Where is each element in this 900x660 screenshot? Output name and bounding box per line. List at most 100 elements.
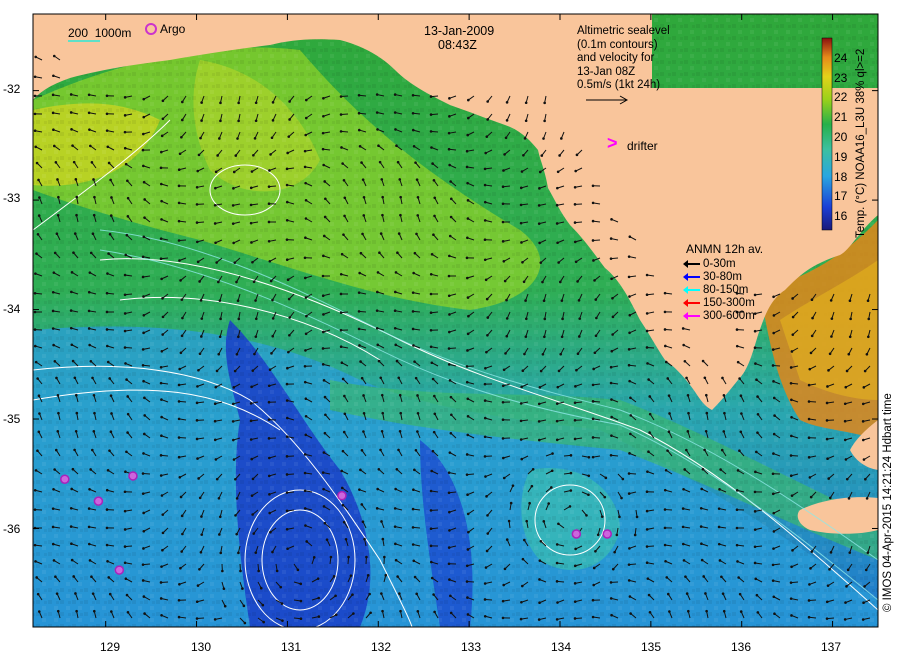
velocity-arrow-head <box>89 468 92 471</box>
velocity-arrow-head <box>160 565 163 568</box>
velocity-arrow-head <box>269 530 272 534</box>
velocity-arrow-head <box>142 180 146 184</box>
velocity-arrow-head <box>267 384 271 388</box>
velocity-arrow-head <box>73 448 76 452</box>
velocity-arrow-head <box>90 575 93 578</box>
velocity-arrow-head <box>600 515 604 518</box>
colorbar-tick-label: 16 <box>834 209 848 224</box>
velocity-arrow-head <box>754 470 757 474</box>
velocity-arrow-head <box>720 448 724 452</box>
velocity-arrow-head <box>69 93 73 96</box>
velocity-arrow-head <box>178 259 181 262</box>
velocity-arrow-head <box>237 335 240 339</box>
velocity-arrow-head <box>195 600 199 604</box>
velocity-arrow-head <box>429 272 433 276</box>
velocity-arrow-head <box>231 222 235 225</box>
velocity-arrow-head <box>416 430 419 433</box>
velocity-arrow-head <box>754 577 758 581</box>
velocity-arrow-head <box>504 136 508 140</box>
velocity-arrow-head <box>647 378 650 381</box>
velocity-arrow-head <box>483 435 487 439</box>
velocity-arrow-head <box>704 429 708 433</box>
velocity-arrow-head <box>573 185 577 189</box>
velocity-arrow-head <box>448 115 451 118</box>
velocity-arrow-head <box>303 165 307 169</box>
velocity-arrow-head <box>33 508 37 511</box>
velocity-arrow-head <box>416 411 420 415</box>
velocity-arrow-head <box>105 508 109 511</box>
velocity-arrow-head <box>299 617 303 621</box>
velocity-arrow-head <box>412 559 416 563</box>
scale-bar-value-1000: 1000m <box>94 26 132 40</box>
velocity-arrow-head <box>429 345 433 349</box>
velocity-arrow-head <box>376 487 379 491</box>
velocity-arrow-head <box>195 221 199 224</box>
velocity-arrow-head <box>243 621 247 625</box>
velocity-arrow-head <box>93 411 96 415</box>
velocity-arrow-head <box>530 484 534 488</box>
velocity-arrow-head <box>483 614 487 618</box>
velocity-arrow-head <box>396 160 400 164</box>
velocity-arrow-head <box>411 93 415 97</box>
velocity-arrow-head <box>681 525 685 529</box>
velocity-arrow-head <box>213 402 217 406</box>
y-tick-label: -32 <box>3 82 21 96</box>
x-tick-label: 132 <box>370 640 392 654</box>
velocity-arrow-head <box>33 75 37 79</box>
velocity-arrow-head <box>465 149 469 153</box>
velocity-arrow-head <box>538 170 542 174</box>
velocity-arrow-head <box>141 348 145 351</box>
velocity-arrow-head <box>179 279 182 282</box>
velocity-arrow-head <box>339 292 343 296</box>
velocity-arrow-head <box>844 601 847 604</box>
velocity-arrow-head <box>304 414 308 418</box>
velocity-arrow-head <box>685 448 688 452</box>
velocity-arrow-head <box>537 420 541 423</box>
velocity-arrow-head <box>35 252 38 255</box>
velocity-arrow-head <box>142 132 145 136</box>
velocity-arrow-head <box>342 430 346 434</box>
velocity-arrow-head <box>573 564 577 568</box>
velocity-arrow-head <box>771 472 775 476</box>
velocity-arrow-head <box>268 368 272 372</box>
velocity-arrow-head <box>159 474 163 477</box>
velocity-arrow-head <box>271 317 275 320</box>
velocity-arrow-head <box>501 185 505 189</box>
velocity-arrow-head <box>621 477 625 481</box>
velocity-arrow-head <box>109 394 113 397</box>
velocity-arrow-head <box>250 457 254 461</box>
velocity-arrow-head <box>341 377 345 381</box>
velocity-arrow-head <box>609 237 613 240</box>
velocity-arrow-head <box>681 542 685 546</box>
velocity-arrow-head <box>429 560 433 564</box>
velocity-arrow-head <box>285 200 289 204</box>
velocity-arrow-head <box>667 430 671 434</box>
velocity-arrow-head <box>91 232 95 236</box>
velocity-arrow-head <box>222 587 226 591</box>
velocity-arrow-head <box>539 539 543 543</box>
velocity-arrow-head <box>537 222 541 225</box>
velocity-arrow-head <box>867 335 870 339</box>
velocity-arrow-head <box>790 434 793 438</box>
velocity-arrow-head <box>106 360 110 364</box>
velocity-arrow-head <box>322 451 326 454</box>
velocity-arrow-head <box>531 467 535 471</box>
velocity-arrow-head <box>34 272 37 275</box>
velocity-arrow-head <box>699 525 703 528</box>
velocity-arrow-head <box>36 377 39 380</box>
velocity-arrow-head <box>177 168 181 171</box>
velocity-arrow-head <box>827 369 830 372</box>
velocity-arrow-head <box>376 343 380 347</box>
velocity-arrow-head <box>125 593 129 597</box>
velocity-arrow-head <box>483 167 487 171</box>
velocity-arrow-head <box>198 352 202 356</box>
velocity-arrow-head <box>569 489 573 492</box>
velocity-arrow-head <box>772 295 775 299</box>
velocity-arrow-head <box>106 468 110 472</box>
velocity-arrow-head <box>683 468 686 471</box>
velocity-arrow-head <box>322 96 325 100</box>
velocity-arrow-head <box>396 251 399 255</box>
velocity-arrow-head <box>70 542 73 546</box>
velocity-arrow-head <box>543 119 546 123</box>
velocity-arrow-head <box>505 101 509 104</box>
